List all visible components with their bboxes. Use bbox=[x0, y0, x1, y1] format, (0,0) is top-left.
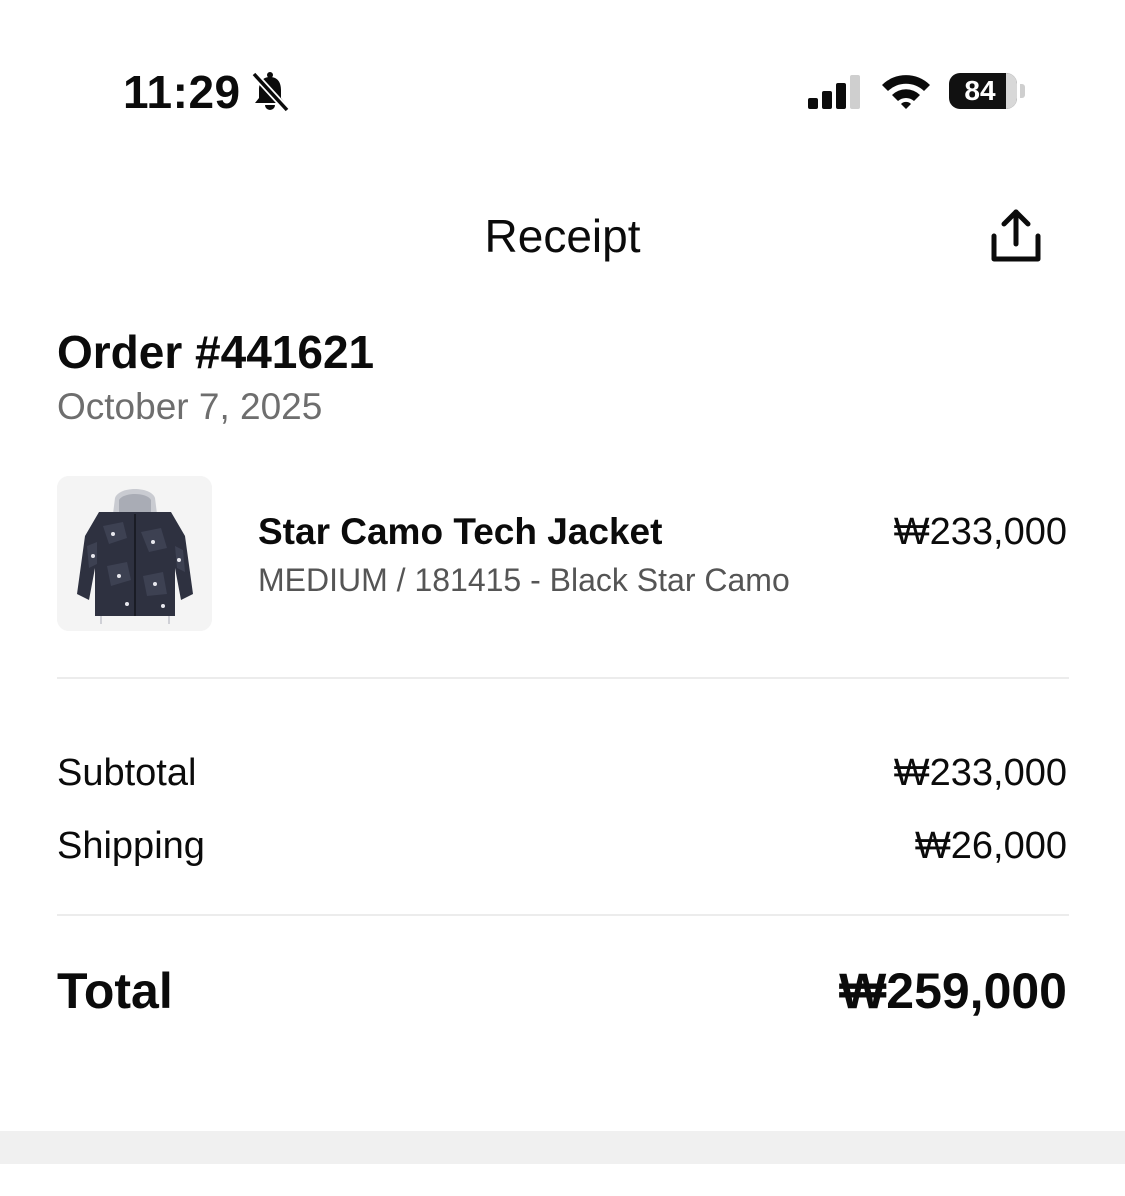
page-title: Receipt bbox=[484, 210, 641, 262]
total-label: Total bbox=[57, 963, 173, 1019]
subtotal-label: Subtotal bbox=[57, 752, 197, 794]
item-name: Star Camo Tech Jacket bbox=[258, 511, 663, 552]
item-variant: MEDIUM / 181415 - Black Star Camo bbox=[258, 562, 790, 598]
order-number: Order #441621 bbox=[57, 326, 375, 378]
bell-slash-icon bbox=[251, 71, 290, 113]
product-image[interactable] bbox=[57, 476, 212, 631]
share-icon bbox=[991, 209, 1041, 262]
receipt-screen: 11:29 84 Receipt Order #441621 October 7… bbox=[0, 0, 1125, 1196]
battery-percent: 84 bbox=[964, 75, 996, 106]
shipping-label: Shipping bbox=[57, 825, 205, 867]
cellular-signal-icon bbox=[808, 75, 860, 109]
divider bbox=[57, 914, 1069, 916]
status-time: 11:29 bbox=[123, 66, 241, 118]
order-date: October 7, 2025 bbox=[57, 386, 323, 427]
battery-cap bbox=[1020, 84, 1025, 98]
subtotal-value: ₩233,000 bbox=[893, 752, 1067, 794]
item-price: ₩233,000 bbox=[893, 511, 1067, 553]
total-value: ₩259,000 bbox=[839, 963, 1067, 1019]
divider bbox=[57, 677, 1069, 679]
bottom-section-separator bbox=[0, 1131, 1125, 1164]
share-button[interactable] bbox=[984, 206, 1048, 266]
shipping-value: ₩26,000 bbox=[914, 825, 1067, 867]
jacket-product-image bbox=[57, 476, 212, 631]
wifi-icon bbox=[882, 75, 930, 109]
battery-indicator: 84 bbox=[949, 73, 1017, 109]
